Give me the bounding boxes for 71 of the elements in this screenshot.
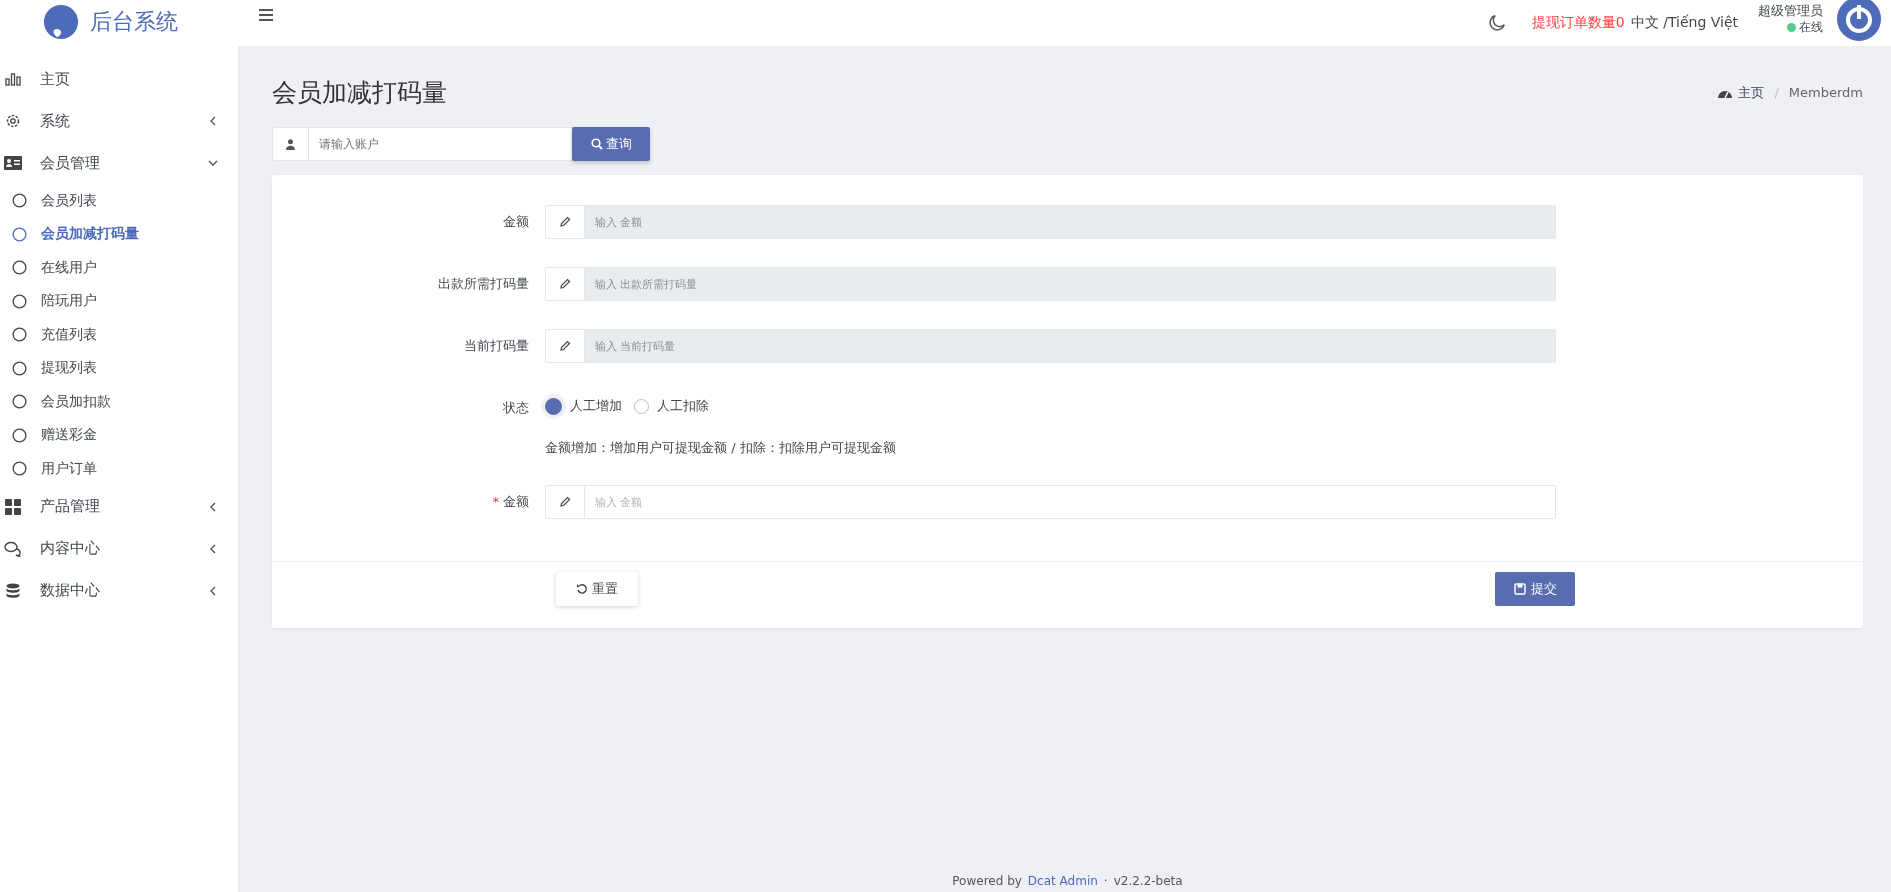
submit-button[interactable]: 提交 [1495,572,1575,606]
circle-icon [12,327,27,343]
database-icon [6,582,20,599]
pencil-icon [559,496,571,508]
reset-button[interactable]: 重置 [556,572,638,606]
logo-text: 后台系统 [90,8,178,36]
sidebar-subitem[interactable]: 会员列表 [0,184,238,218]
id-card-icon [4,156,22,170]
required-mark: * [492,494,499,509]
undo-icon [576,583,588,595]
sidebar-subitem[interactable]: 在线用户 [0,251,238,285]
field-label: 当前打码量 [464,338,529,353]
grid-icon [5,498,21,515]
circle-icon [12,226,27,242]
menu-icon[interactable] [259,9,273,21]
sidebar-subitem[interactable]: 会员加扣款 [0,385,238,419]
search-icon [590,138,603,150]
pencil-icon [559,216,571,228]
sidebar-subitem[interactable]: 充值列表 [0,318,238,352]
search-field[interactable]: 请输入账户 [272,127,574,161]
radio-option[interactable]: 人工扣除 [634,397,709,415]
help-text: 金额增加：增加用户可提现金额 / 扣除：扣除用户可提现金额 [545,439,897,457]
footer-text: Powered by [952,874,1022,890]
footer-link[interactable]: Dcat Admin [1027,874,1098,890]
search-button[interactable]: 查询 [572,127,650,161]
sidebar-subitem[interactable]: 提现列表 [0,351,238,385]
field-label: 金额 [503,214,529,229]
circle-icon [12,293,27,309]
sidebar-item[interactable]: 产品管理 [0,485,238,528]
moon-icon[interactable] [1487,14,1506,32]
field-label: 出款所需打码量 [438,276,529,291]
radio-label: 人工扣除 [657,397,709,415]
circle-icon [12,394,27,410]
breadcrumb-item[interactable]: 主页 [1738,83,1765,102]
user-status: 在线 [1799,19,1823,36]
field-label: 金额 [503,494,529,509]
circle-icon [12,427,27,443]
sidebar-item[interactable]: 数据中心 [0,569,238,612]
sidebar-item[interactable]: 主页 [0,58,238,100]
sidebar-item[interactable]: 会员管理 [0,142,238,184]
sidebar-subitem[interactable]: 用户订单 [0,452,238,486]
footer-version: v2.2.2-beta [1113,874,1183,890]
settings-icon [5,113,21,129]
circle-icon [12,260,27,276]
breadcrumb-separator: / [1774,85,1779,100]
sidebar-item[interactable]: 内容中心 [0,527,238,570]
user-icon [286,138,295,150]
logo-icon [42,3,80,41]
sidebar-subitem[interactable]: 会员加减打码量 [0,217,238,251]
circle-icon [12,360,27,376]
circle-icon [12,461,27,477]
sidebar-item[interactable]: 系统 [0,100,238,142]
account-search-field[interactable]: 请输入账户 [309,128,573,160]
pencil-icon [559,278,571,290]
breadcrumb-item: Memberdm [1788,85,1863,100]
withdraw-order-count[interactable]: 提现订单数量0 [1531,14,1625,32]
online-dot [1787,23,1796,32]
pencil-icon [559,340,571,352]
radio-label: 人工增加 [570,397,622,415]
bar-chart-icon [5,72,21,86]
field-label: 状态 [503,400,529,415]
user-name: 超级管理员 [1758,2,1823,19]
radio-option[interactable]: 人工增加 [545,397,622,415]
sidebar-subitem[interactable]: 赠送彩金 [0,418,238,452]
language-link[interactable]: 中文 /Tiếng Việt [1630,14,1738,32]
avatar-icon[interactable] [1837,0,1881,41]
sidebar-subitem[interactable]: 陪玩用户 [0,284,238,318]
chat-bubbles-icon [4,540,22,557]
circle-icon [12,193,27,209]
page-title: 会员加减打码量 [272,77,447,109]
footer-separator: · [1103,874,1108,890]
